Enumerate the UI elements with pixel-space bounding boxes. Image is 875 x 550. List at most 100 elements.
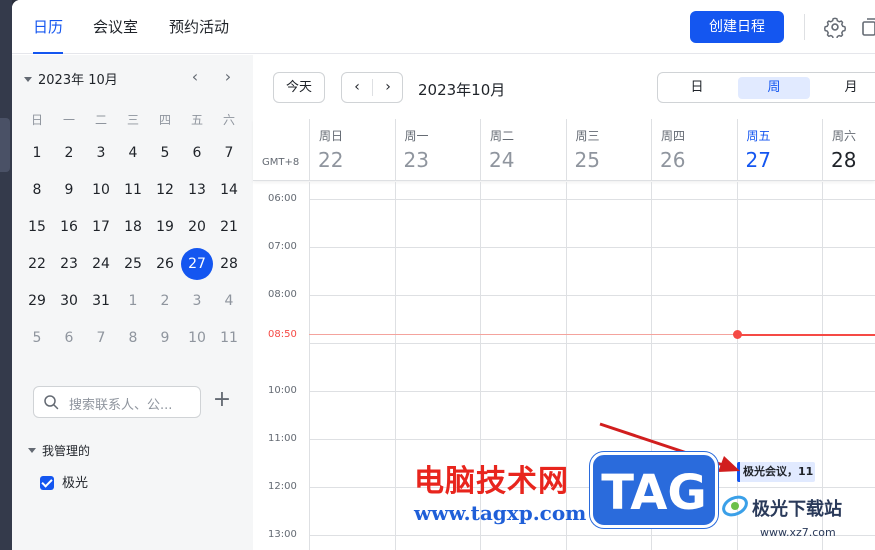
date-number: 27 [745,148,771,172]
tab-calendar[interactable]: 日历 [33,16,64,54]
mini-prev-month-button[interactable]: ‹ [185,67,205,87]
mini-calendar-day[interactable]: 1 [117,285,149,317]
watermark-site-cn: 电脑技术网 [414,464,569,499]
gear-icon[interactable] [824,16,846,38]
mini-weekday-label: 五 [190,113,203,127]
event-block[interactable]: 极光会议，11 [737,462,815,482]
mini-calendar-day[interactable]: 14 [213,174,245,206]
mini-next-month-button[interactable]: › [218,67,238,87]
current-time-dot [733,330,742,339]
mini-calendar-day[interactable]: 6 [181,137,213,169]
mini-calendar-day[interactable]: 18 [117,211,149,243]
mini-calendar-day[interactable]: 29 [21,285,53,317]
divider [804,14,805,40]
mini-calendar-day[interactable]: 4 [117,137,149,169]
mini-calendar-day[interactable]: 2 [149,285,181,317]
week-header: GMT+8 周日 22 周一 23 周二 24 周三 25 周四 26 周五 27 周六 28 [253,119,875,181]
mini-calendar-day[interactable]: 23 [53,248,85,280]
week-nav: ‹ › [341,72,403,103]
weekday-label: 周一 [404,129,429,143]
day-column-header[interactable]: 周五 27 [736,119,822,181]
app-sidebar-edge [0,0,12,550]
mini-calendar-day[interactable]: 8 [117,322,149,354]
mini-calendar-day[interactable]: 28 [213,248,245,280]
mini-calendar-day[interactable]: 1 [21,137,53,169]
mini-calendar-day[interactable]: 27 [181,248,213,280]
calendar-group-title[interactable]: 我管理的 [28,442,90,459]
mini-calendar-day[interactable]: 11 [117,174,149,206]
mini-calendar-day[interactable]: 5 [21,322,53,354]
current-time-line-today [737,334,875,336]
day-column-divider [309,182,310,550]
mini-calendar-day[interactable]: 9 [149,322,181,354]
mini-weekday-label: 三 [126,113,139,127]
hour-label: 13:00 [268,529,297,540]
mini-calendar-day[interactable]: 3 [181,285,213,317]
mini-calendar-day[interactable]: 26 [149,248,181,280]
tab-meeting-room[interactable]: 会议室 [93,16,138,54]
mini-calendar-day[interactable]: 25 [117,248,149,280]
next-week-button[interactable]: › [373,73,403,102]
day-column-header[interactable]: 周日 22 [309,119,394,181]
app-sidebar-selected[interactable] [0,118,10,172]
search-icon [44,395,59,410]
timezone-label: GMT+8 [262,157,300,168]
mini-calendar-day[interactable]: 24 [85,248,117,280]
mini-calendar-day[interactable]: 2 [53,137,85,169]
window-icon[interactable] [862,18,875,36]
mini-calendar-day[interactable]: 7 [85,322,117,354]
mini-calendar-day[interactable]: 9 [53,174,85,206]
weekday-label: 周二 [490,129,515,143]
mini-calendar-month: 2023年 10月 [38,73,118,88]
create-event-button[interactable]: 创建日程 [690,11,784,43]
mini-calendar-day[interactable]: 16 [53,211,85,243]
view-month[interactable]: 月 [816,77,875,99]
hour-gridline [309,199,875,200]
mini-weekday-label: 日 [30,113,43,127]
mini-calendar-day[interactable]: 11 [213,322,245,354]
mini-calendar-day[interactable]: 30 [53,285,85,317]
mini-calendar-day[interactable]: 21 [213,211,245,243]
mini-calendar-title[interactable]: 2023年 10月 [24,69,118,88]
watermark-xz-name: 极光下载站 [752,499,842,520]
hour-label: 12:00 [268,481,297,492]
mini-calendar-day[interactable]: 7 [213,137,245,169]
mini-calendar-day[interactable]: 17 [85,211,117,243]
mini-calendar-day[interactable]: 10 [181,322,213,354]
day-column-header[interactable]: 周二 24 [480,119,565,181]
contact-search-input[interactable]: 搜索联系人、公... [33,386,201,418]
view-week[interactable]: 周 [738,77,810,99]
day-column-header[interactable]: 周一 23 [394,119,480,181]
sidebar: 2023年 10月 ‹ › 日一二三四五六 1 2 3 4 5 6 7 8 9 10 11 12 13 1… [12,55,253,550]
mini-calendar-day[interactable]: 4 [213,285,245,317]
mini-calendar-day[interactable]: 22 [21,248,53,280]
add-icon[interactable]: + [212,389,232,411]
watermark-xz-url: www.xz7.com [760,526,836,539]
day-column-header[interactable]: 周四 26 [651,119,736,181]
mini-calendar-day[interactable]: 5 [149,137,181,169]
mini-calendar-day[interactable]: 15 [21,211,53,243]
mini-calendar-day[interactable]: 13 [181,174,213,206]
checkbox-checked-icon[interactable] [40,475,54,490]
hour-gridline [309,295,875,296]
mini-calendar-day[interactable]: 12 [149,174,181,206]
tab-booking[interactable]: 预约活动 [169,16,229,54]
top-bar: 日历 会议室 预约活动 创建日程 [12,0,875,54]
weekday-label: 周三 [575,129,600,143]
today-button[interactable]: 今天 [273,72,325,103]
calendar-item[interactable]: 极光 [40,472,88,491]
mini-calendar-day[interactable]: 31 [85,285,117,317]
hour-gridline [309,247,875,248]
mini-calendar-day[interactable]: 3 [85,137,117,169]
mini-calendar-day[interactable]: 20 [181,211,213,243]
mini-calendar-day[interactable]: 6 [53,322,85,354]
prev-week-button[interactable]: ‹ [342,73,372,102]
day-column-header[interactable]: 周三 25 [565,119,651,181]
view-day[interactable]: 日 [662,77,732,99]
day-column-header[interactable]: 周六 28 [822,119,875,181]
current-time-label: 08:50 [268,329,297,340]
mini-calendar-day[interactable]: 19 [149,211,181,243]
mini-calendar-day[interactable]: 10 [85,174,117,206]
hour-gridline [309,343,875,344]
mini-calendar-day[interactable]: 8 [21,174,53,206]
